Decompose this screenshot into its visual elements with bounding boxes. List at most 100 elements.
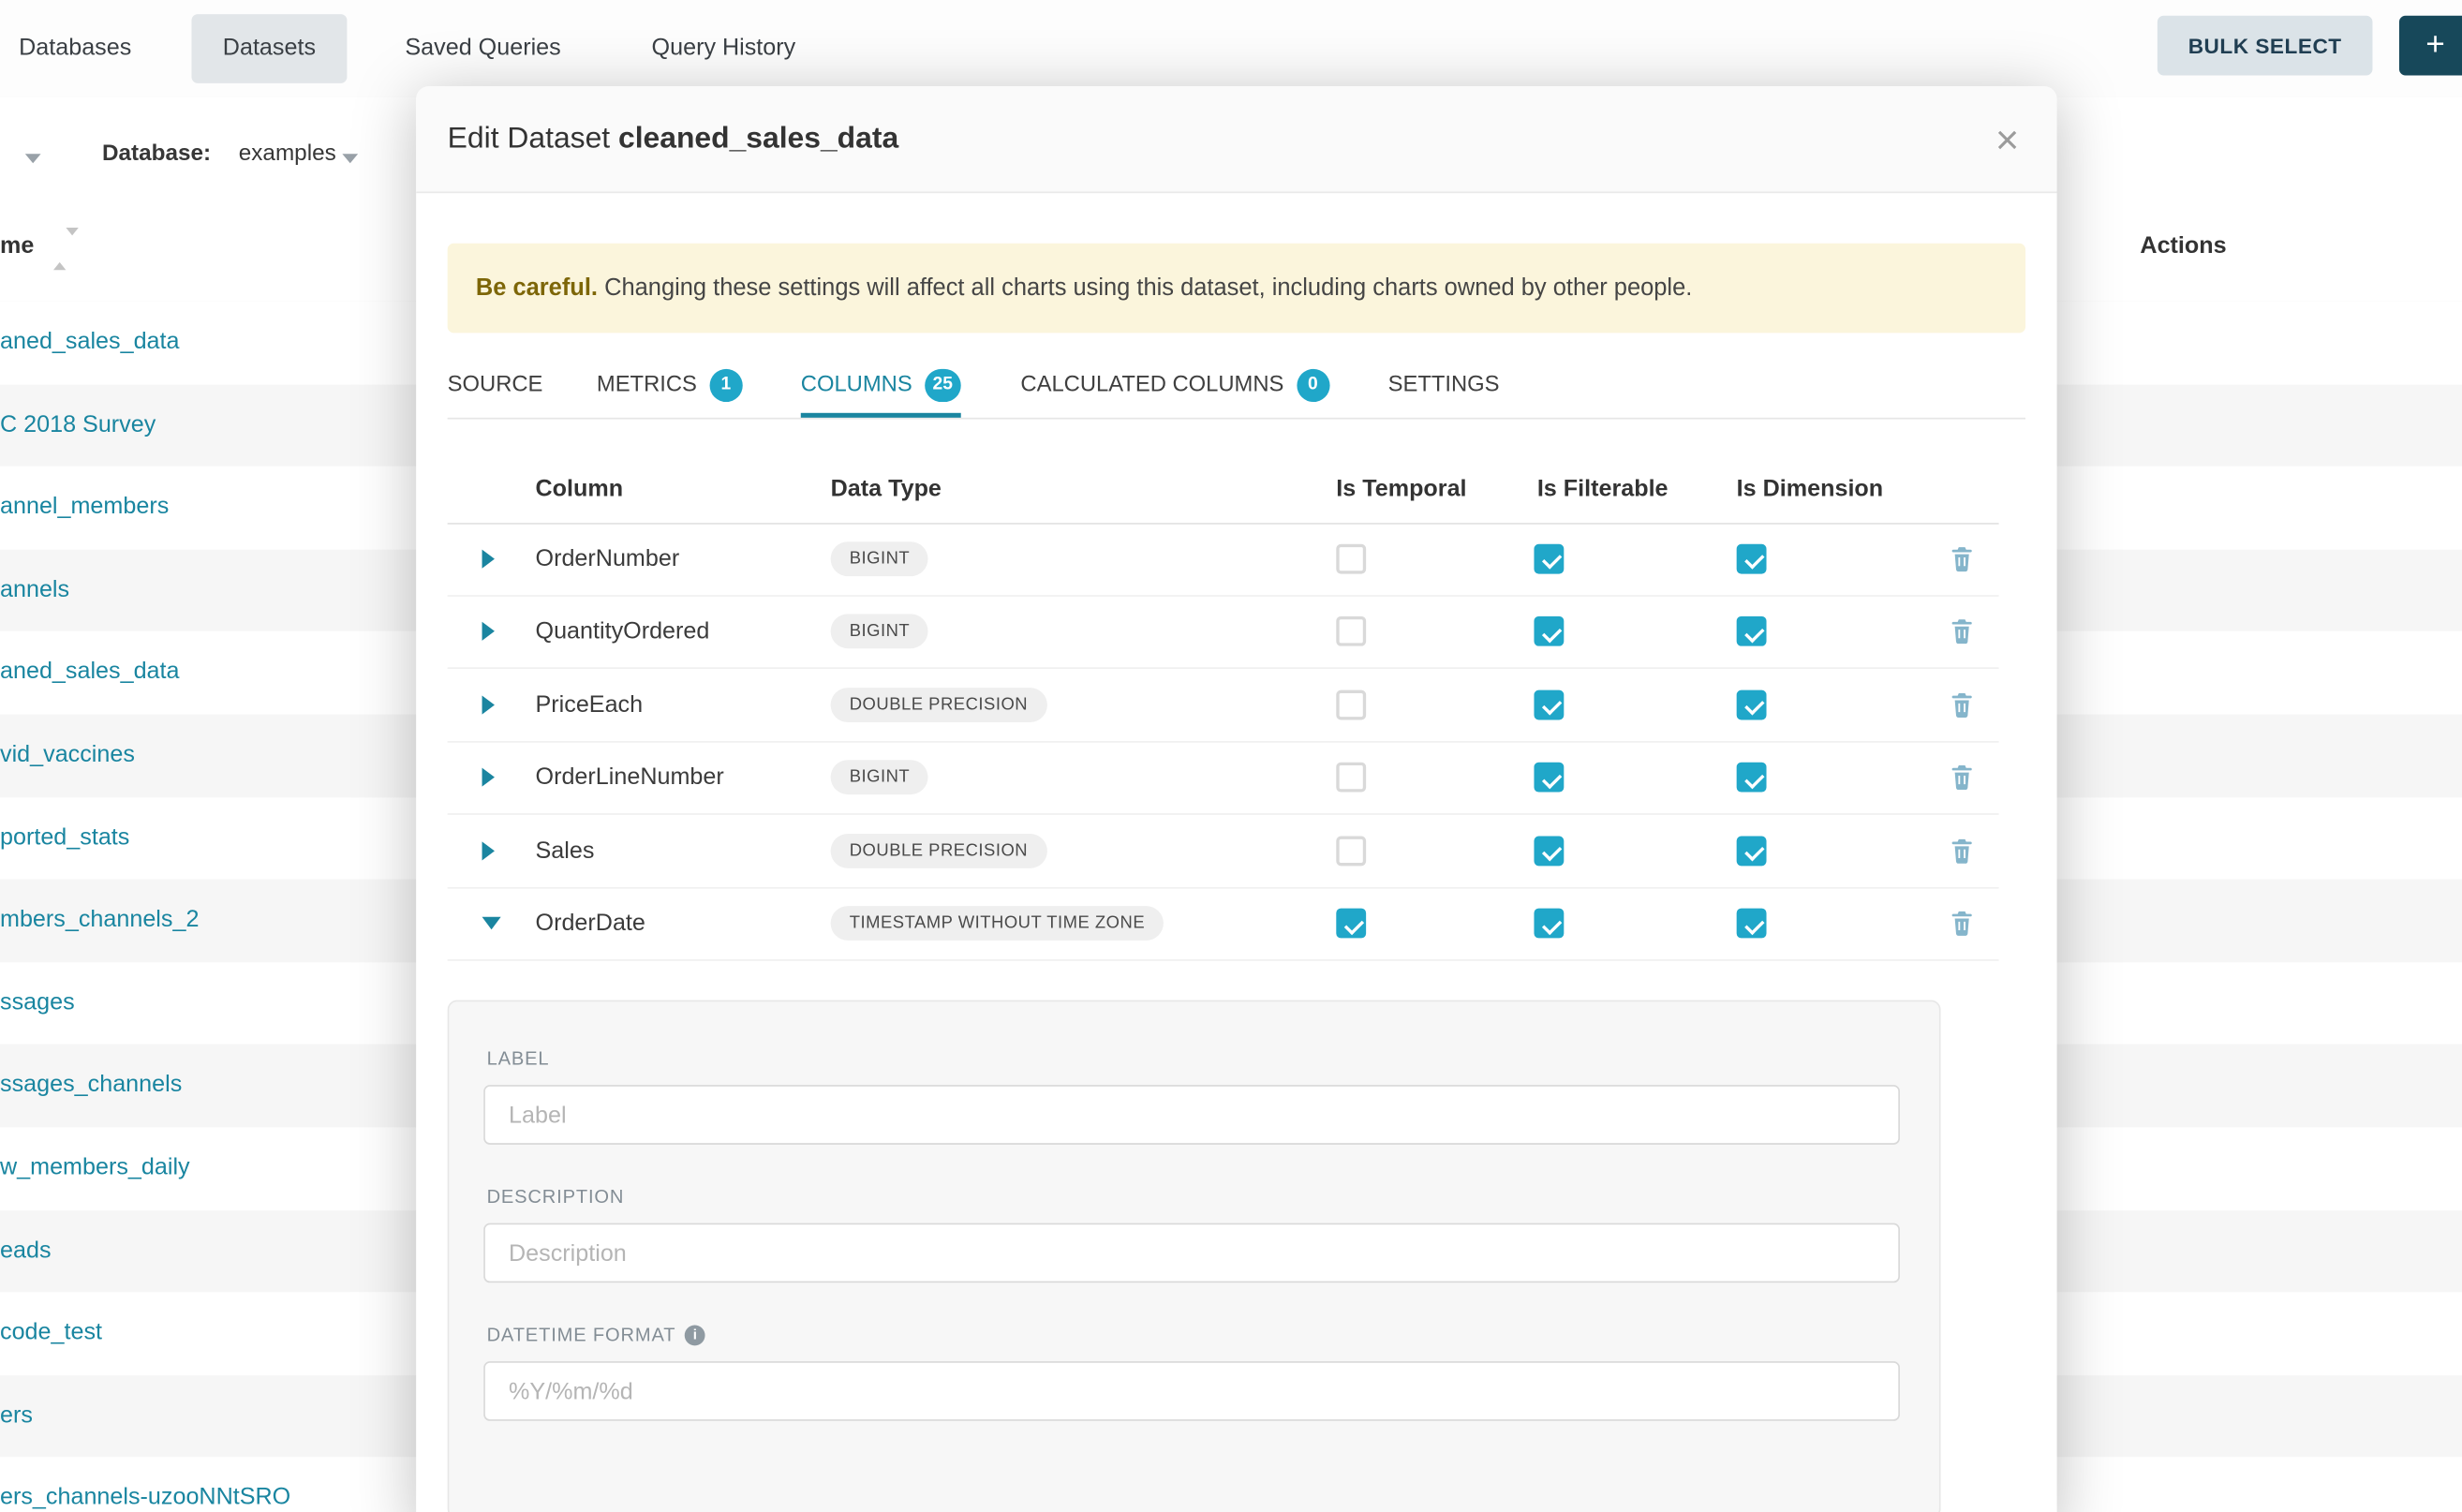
- tab-badge: 1: [709, 368, 742, 401]
- column-row: Sales DOUBLE PRECISION: [448, 815, 1999, 888]
- modal-title: Edit Dataset cleaned_sales_data: [448, 86, 899, 193]
- is-temporal-header: Is Temporal: [1336, 455, 1466, 523]
- dataset-link[interactable]: ssages: [0, 989, 75, 1015]
- column-name: OrderLineNumber: [536, 764, 724, 791]
- chevron-down-icon[interactable]: [25, 154, 41, 163]
- delete-column-button[interactable]: [1950, 691, 1974, 718]
- datetime-format-label-text: DATETIME FORMAT: [487, 1324, 676, 1345]
- is-filterable-checkbox[interactable]: [1534, 543, 1564, 573]
- app: Databases Datasets Saved Queries Query H…: [0, 0, 2462, 1512]
- modal-header: Edit Dataset cleaned_sales_data ×: [416, 86, 2056, 193]
- data-type-pill: BIGINT: [831, 615, 929, 649]
- data-type-pill: BIGINT: [831, 541, 929, 576]
- is-temporal-checkbox[interactable]: [1336, 543, 1366, 573]
- datetime-format-input[interactable]: [483, 1361, 1900, 1421]
- data-type-pill: TIMESTAMP WITHOUT TIME ZONE: [831, 906, 1164, 941]
- is-filterable-checkbox[interactable]: [1534, 909, 1564, 939]
- is-dimension-checkbox[interactable]: [1737, 763, 1767, 793]
- dataset-link[interactable]: ers: [0, 1401, 33, 1428]
- bulk-select-button[interactable]: BULK SELECT: [2158, 16, 2373, 76]
- sort-icon[interactable]: [53, 235, 79, 263]
- dataset-link[interactable]: ers_channels-uzooNNtSRO: [0, 1484, 290, 1510]
- expand-caret-icon[interactable]: [482, 622, 495, 641]
- delete-column-button[interactable]: [1950, 764, 1974, 791]
- delete-column-button[interactable]: [1950, 911, 1974, 937]
- dataset-link[interactable]: vid_vaccines: [0, 741, 135, 767]
- column-row: OrderDate TIMESTAMP WITHOUT TIME ZONE: [448, 888, 1999, 961]
- delete-column-button[interactable]: [1950, 545, 1974, 571]
- is-temporal-checkbox[interactable]: [1336, 763, 1366, 793]
- dataset-link[interactable]: aned_sales_data: [0, 328, 180, 354]
- dataset-link[interactable]: eads: [0, 1237, 52, 1263]
- tab-columns[interactable]: COLUMNS25: [801, 353, 961, 418]
- tab-label: SOURCE: [448, 372, 543, 397]
- expand-caret-icon[interactable]: [482, 695, 495, 714]
- dataset-link[interactable]: mbers_channels_2: [0, 906, 199, 932]
- tab-metrics[interactable]: METRICS 1: [597, 353, 743, 418]
- column-name: OrderDate: [536, 911, 645, 937]
- modal-title-prefix: Edit Dataset: [448, 123, 618, 156]
- tab-calculated-columns[interactable]: CALCULATED COLUMNS0: [1020, 353, 1329, 418]
- is-filterable-checkbox[interactable]: [1534, 836, 1564, 866]
- is-temporal-checkbox[interactable]: [1336, 689, 1366, 719]
- dataset-link[interactable]: C 2018 Survey: [0, 410, 156, 437]
- is-temporal-checkbox[interactable]: [1336, 836, 1366, 866]
- is-dimension-checkbox[interactable]: [1737, 909, 1767, 939]
- edit-dataset-modal: Edit Dataset cleaned_sales_data × Be car…: [416, 86, 2056, 1512]
- nav-tab-query-history[interactable]: Query History: [652, 14, 796, 83]
- tab-source[interactable]: SOURCE: [448, 353, 543, 418]
- is-temporal-checkbox[interactable]: [1336, 616, 1366, 646]
- is-filterable-checkbox[interactable]: [1534, 616, 1564, 646]
- column-row: OrderNumber BIGINT: [448, 523, 1999, 596]
- description-input[interactable]: [483, 1223, 1900, 1283]
- is-dimension-checkbox[interactable]: [1737, 689, 1767, 719]
- trash-icon: [1950, 618, 1974, 645]
- column-detail-panel: LABEL DESCRIPTION DATETIME FORMATi: [448, 1001, 1941, 1512]
- database-filter-label: Database:: [102, 141, 211, 167]
- datetime-format-label: DATETIME FORMAT i: [487, 1324, 706, 1345]
- description-field-label: DESCRIPTION: [487, 1185, 625, 1207]
- nav-tab-saved-queries[interactable]: Saved Queries: [405, 14, 560, 83]
- expand-caret-icon[interactable]: [482, 768, 495, 787]
- warning-banner-text: Changing these settings will affect all …: [598, 274, 1692, 301]
- is-dimension-checkbox[interactable]: [1737, 836, 1767, 866]
- dataset-link[interactable]: code_test: [0, 1319, 102, 1345]
- plus-icon: +: [2425, 26, 2445, 63]
- database-filter-value[interactable]: examples: [239, 141, 336, 167]
- delete-column-button[interactable]: [1950, 838, 1974, 864]
- expand-caret-icon[interactable]: [482, 841, 495, 860]
- is-dimension-checkbox[interactable]: [1737, 543, 1767, 573]
- dataset-link[interactable]: aned_sales_data: [0, 659, 180, 685]
- is-filterable-checkbox[interactable]: [1534, 763, 1564, 793]
- trash-icon: [1950, 911, 1974, 937]
- delete-column-button[interactable]: [1950, 618, 1974, 645]
- label-input[interactable]: [483, 1085, 1900, 1145]
- dataset-link[interactable]: w_members_daily: [0, 1154, 190, 1180]
- dataset-link[interactable]: ported_stats: [0, 823, 129, 850]
- column-row: PriceEach DOUBLE PRECISION: [448, 669, 1999, 742]
- is-dimension-checkbox[interactable]: [1737, 616, 1767, 646]
- dataset-link[interactable]: ssages_channels: [0, 1072, 182, 1098]
- trash-icon: [1950, 764, 1974, 791]
- trash-icon: [1950, 838, 1974, 864]
- close-icon[interactable]: ×: [1986, 86, 2029, 193]
- dataset-link[interactable]: annels: [0, 576, 69, 602]
- info-icon[interactable]: i: [685, 1326, 705, 1346]
- add-dataset-button[interactable]: +: [2399, 16, 2462, 76]
- data-type-pill: DOUBLE PRECISION: [831, 834, 1047, 868]
- nav-tab-datasets[interactable]: Datasets: [191, 14, 347, 83]
- tab-settings[interactable]: SETTINGS: [1388, 353, 1500, 418]
- dataset-name: cleaned_sales_data: [618, 123, 898, 156]
- is-temporal-checkbox[interactable]: [1336, 909, 1366, 939]
- tab-label: METRICS: [597, 372, 697, 397]
- dataset-link[interactable]: annel_members: [0, 494, 169, 520]
- column-name: QuantityOrdered: [536, 618, 710, 645]
- is-dimension-header: Is Dimension: [1737, 455, 1883, 523]
- data-type-pill: BIGINT: [831, 761, 929, 795]
- nav-tab-databases[interactable]: Databases: [19, 14, 131, 83]
- chevron-down-icon[interactable]: [342, 154, 358, 163]
- collapse-caret-icon[interactable]: [482, 917, 501, 929]
- is-filterable-checkbox[interactable]: [1534, 689, 1564, 719]
- tab-label: SETTINGS: [1388, 372, 1500, 397]
- expand-caret-icon[interactable]: [482, 549, 495, 568]
